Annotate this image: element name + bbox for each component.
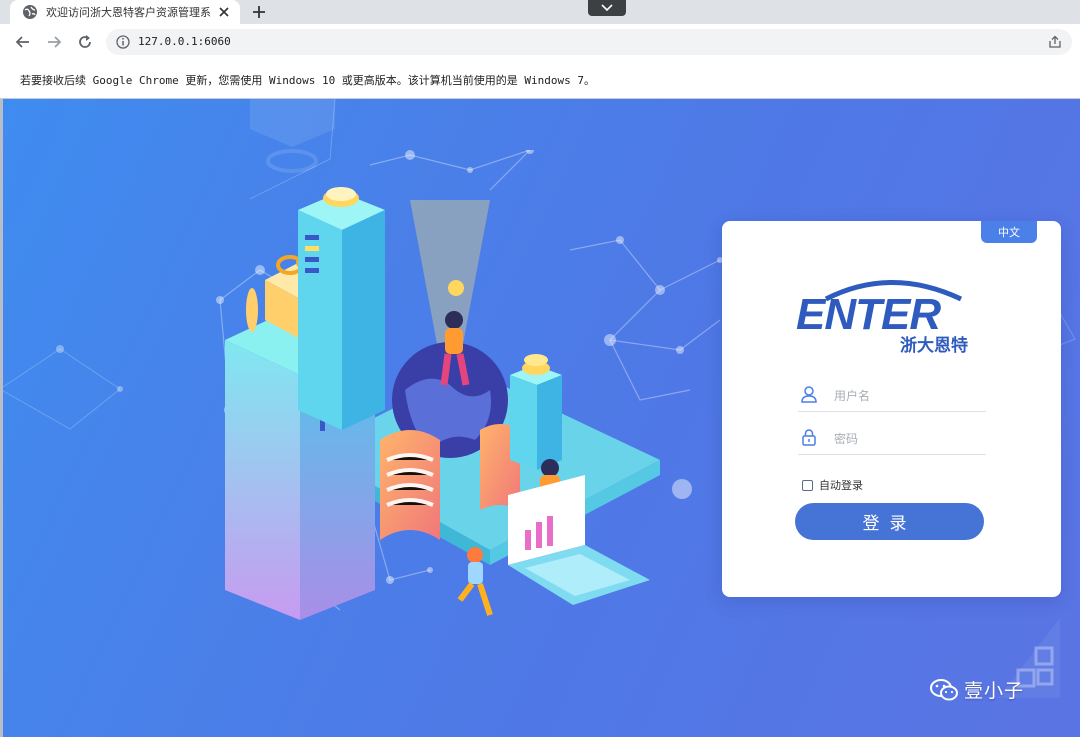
password-field (798, 424, 986, 455)
tab-title: 欢迎访问浙大恩特客户资源管理系统 (46, 6, 211, 19)
language-toggle[interactable]: 中文 (981, 221, 1037, 243)
brand-name: ENTER (796, 290, 941, 339)
close-icon[interactable] (217, 5, 231, 19)
browser-toolbar: 127.0.0.1:6060 (0, 24, 1080, 60)
update-infobar: 若要接收后续 Google Chrome 更新，您需使用 Windows 10 … (0, 60, 1080, 99)
brand-cn: 浙大恩特 (900, 335, 968, 356)
watermark-text: 壹小子 (964, 681, 1025, 702)
url-text: 127.0.0.1:6060 (138, 35, 231, 48)
share-icon[interactable] (1048, 35, 1062, 49)
tab-strip: 欢迎访问浙大恩特客户资源管理系统 (0, 0, 1080, 24)
browser-tab[interactable]: 欢迎访问浙大恩特客户资源管理系统 (10, 0, 240, 24)
window-edge (0, 99, 3, 737)
password-input[interactable] (832, 426, 986, 452)
login-card: 中文 ENTER 浙大恩特 自动登录 登录 (722, 221, 1061, 597)
chevron-down-icon (601, 4, 613, 12)
plus-icon[interactable] (250, 3, 268, 21)
lock-icon (802, 429, 816, 446)
auto-login-label: 自动登录 (819, 480, 863, 492)
forward-icon[interactable] (45, 33, 63, 51)
user-icon (801, 386, 817, 403)
globe-icon (23, 5, 37, 19)
login-button[interactable]: 登录 (795, 503, 984, 540)
back-icon[interactable] (14, 33, 32, 51)
username-input[interactable] (832, 383, 986, 409)
tab-search-button[interactable] (588, 0, 626, 16)
watermark: 壹小子 (930, 676, 1024, 703)
username-field (798, 381, 986, 412)
infobar-text: 若要接收后续 Google Chrome 更新，您需使用 Windows 10 … (20, 74, 596, 87)
hero-illustration (216, 150, 723, 620)
checkbox-box[interactable] (802, 479, 813, 491)
reload-icon[interactable] (76, 33, 94, 51)
info-icon[interactable] (116, 35, 130, 49)
auto-login-checkbox[interactable]: 自动登录 (802, 477, 863, 493)
enter-logo: ENTER 浙大恩特 (796, 280, 968, 356)
wechat-icon (930, 678, 958, 700)
address-bar[interactable]: 127.0.0.1:6060 (106, 29, 1072, 55)
